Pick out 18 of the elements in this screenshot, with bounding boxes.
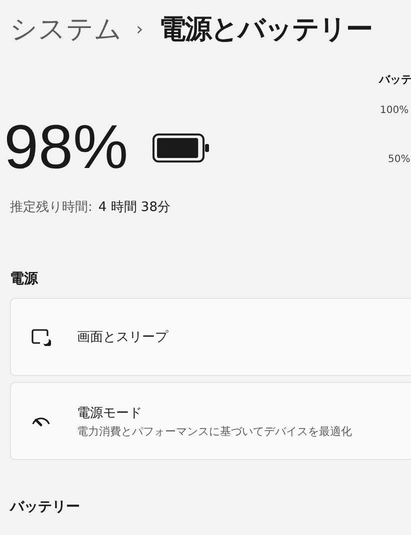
- axis-label: 100%: [380, 105, 410, 116]
- estimate-value: 4 時間 38分: [98, 199, 170, 216]
- estimate-label: 推定残り時間:: [10, 199, 92, 216]
- axis-label: 50%: [388, 154, 411, 165]
- battery-percent: 98%: [4, 116, 128, 180]
- section-title: 電源: [10, 270, 40, 288]
- battery-icon: [152, 133, 210, 163]
- page-title: 電源とバッテリー: [159, 13, 372, 47]
- settings-card[interactable]: 画面とスリープ: [10, 298, 411, 376]
- screen-moon-icon: [31, 328, 51, 346]
- card-title: 電源モード: [77, 404, 143, 422]
- settings-card[interactable]: 電源モード 電力消費とパフォーマンスに基づいてデバイスを最適化: [10, 382, 411, 460]
- card-description: 電力消費とパフォーマンスに基づいてデバイスを最適化: [77, 424, 352, 438]
- breadcrumb-separator: ›: [136, 18, 144, 40]
- card-title: 画面とスリープ: [77, 329, 168, 346]
- section-title: バッテリー: [10, 498, 81, 516]
- chart-title: バッテ: [379, 72, 411, 87]
- breadcrumb-parent[interactable]: システム: [10, 11, 122, 47]
